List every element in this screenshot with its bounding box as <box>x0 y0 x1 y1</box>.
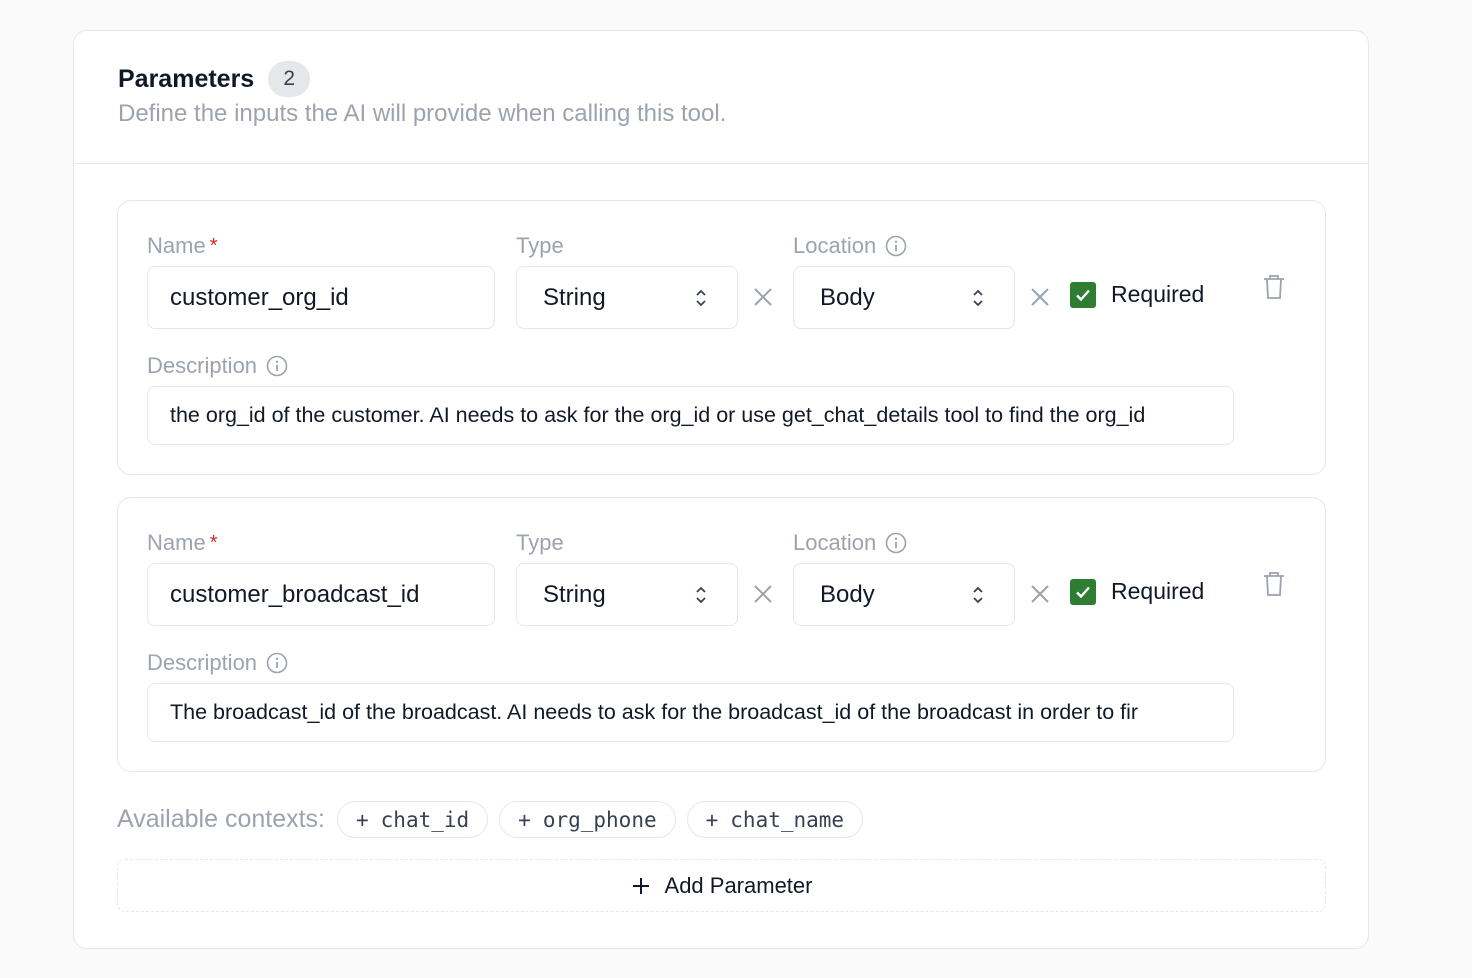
title-row: Parameters 2 <box>118 61 1324 97</box>
type-label: Type <box>516 530 564 555</box>
chevron-up-down-icon <box>696 586 706 604</box>
parameter-count-badge: 2 <box>268 61 311 97</box>
check-icon <box>1076 289 1090 302</box>
context-chip-chat-id[interactable]: + chat_id <box>337 801 489 838</box>
name-value: customer_broadcast_id <box>170 580 420 608</box>
description-value: the org_id of the customer. AI needs to … <box>170 403 1146 427</box>
description-label-text: Description <box>147 650 258 675</box>
info-icon[interactable] <box>266 652 288 674</box>
add-parameter-button[interactable]: Add Parameter <box>117 859 1326 912</box>
name-label: Name * <box>147 530 217 556</box>
available-contexts: Available contexts: + chat_id + org_phon… <box>117 801 874 838</box>
description-input[interactable]: the org_id of the customer. AI needs to … <box>147 386 1234 445</box>
location-select[interactable]: Body <box>793 563 1015 626</box>
name-label-text: Name <box>147 530 206 555</box>
add-parameter-label: Add Parameter <box>664 872 813 898</box>
info-icon[interactable] <box>266 355 288 377</box>
name-input[interactable]: customer_broadcast_id <box>147 563 495 626</box>
plus-icon: + <box>518 807 531 832</box>
description-value: The broadcast_id of the broadcast. AI ne… <box>170 700 1139 724</box>
location-value: Body <box>820 580 875 608</box>
context-chip-label: org_phone <box>542 807 657 832</box>
clear-location-icon[interactable] <box>1027 284 1053 310</box>
type-value: String <box>543 580 606 608</box>
required-asterisk: * <box>209 234 218 257</box>
plus-icon: + <box>356 807 369 832</box>
description-label-text: Description <box>147 353 258 378</box>
info-icon[interactable] <box>885 532 907 554</box>
description-label: Description <box>147 650 288 676</box>
location-label: Location <box>793 530 907 556</box>
description-input[interactable]: The broadcast_id of the broadcast. AI ne… <box>147 683 1234 742</box>
type-select[interactable]: String <box>516 563 738 626</box>
info-icon[interactable] <box>885 235 907 257</box>
plus-icon: + <box>705 807 719 832</box>
section-subtitle: Define the inputs the AI will provide wh… <box>118 100 727 127</box>
clear-location-icon[interactable] <box>1027 581 1053 607</box>
trash-icon[interactable] <box>1262 273 1286 301</box>
description-label: Description <box>147 353 288 379</box>
location-value: Body <box>820 283 875 311</box>
name-input[interactable]: customer_org_id <box>147 266 495 329</box>
name-label: Name * <box>147 233 217 259</box>
location-select[interactable]: Body <box>793 266 1015 329</box>
type-select[interactable]: String <box>516 266 738 329</box>
context-chip-label: chat_name <box>730 807 845 832</box>
context-chip-org-phone[interactable]: + org_phone <box>499 801 676 838</box>
section-title: Parameters <box>118 64 255 93</box>
contexts-label: Available contexts: <box>117 805 325 833</box>
parameter-row: Name * Type Location customer_broadcast_… <box>117 497 1326 772</box>
required-asterisk: * <box>209 531 218 554</box>
type-value: String <box>543 283 606 311</box>
required-checkbox[interactable] <box>1070 282 1096 308</box>
context-chip-chat-name[interactable]: + chat_name <box>686 801 864 838</box>
chevron-up-down-icon <box>973 586 983 604</box>
context-chip-label: chat_id <box>380 807 470 832</box>
required-label[interactable]: Required <box>1111 578 1204 605</box>
type-label: Type <box>516 233 564 258</box>
chevron-up-down-icon <box>696 289 706 307</box>
parameters-card: Parameters 2 Define the inputs the AI wi… <box>73 30 1369 949</box>
name-value: customer_org_id <box>170 283 349 311</box>
check-icon <box>1076 586 1090 599</box>
name-label-text: Name <box>147 233 206 258</box>
location-label: Location <box>793 233 907 259</box>
trash-icon[interactable] <box>1262 570 1286 598</box>
clear-type-icon[interactable] <box>750 284 776 310</box>
chevron-up-down-icon <box>973 289 983 307</box>
plus-icon <box>632 877 649 894</box>
card-header: Parameters 2 Define the inputs the AI wi… <box>74 31 1368 164</box>
parameter-row: Name * Type Location customer_org_id Str… <box>117 200 1326 475</box>
clear-type-icon[interactable] <box>750 581 776 607</box>
required-label[interactable]: Required <box>1111 281 1204 308</box>
location-label-text: Location <box>793 233 877 258</box>
required-checkbox[interactable] <box>1070 579 1096 605</box>
location-label-text: Location <box>793 530 877 555</box>
